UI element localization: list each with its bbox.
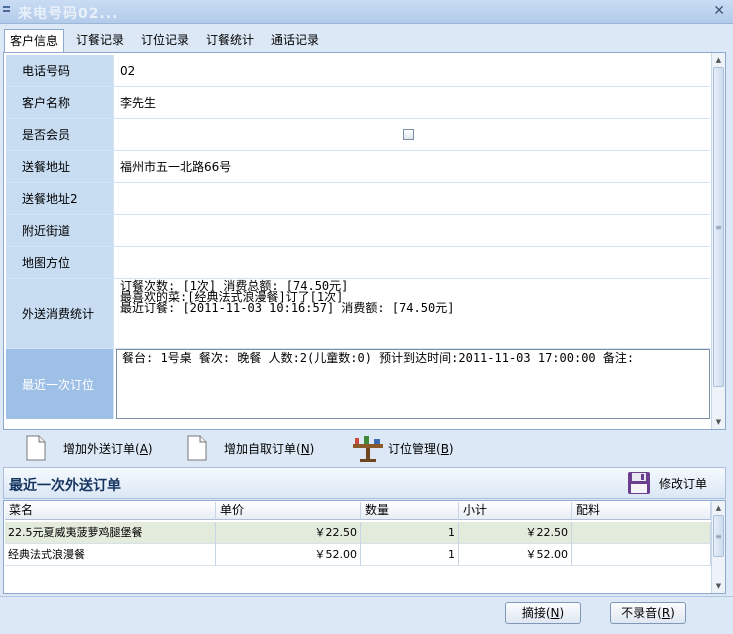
scroll-thumb[interactable]: ≡	[713, 67, 724, 387]
table-row[interactable]: 经典法式浪漫餐 ￥52.00 1 ￥52.00	[5, 544, 711, 566]
cell-subtotal: ￥52.00	[459, 544, 572, 566]
scroll-down-icon[interactable]: ▼	[712, 415, 725, 429]
member-row: 是否会员	[6, 119, 710, 151]
document-icon	[26, 435, 46, 461]
tab-order-statistics[interactable]: 订餐统计	[200, 29, 260, 52]
grip-icon	[3, 6, 10, 16]
name-row: 客户名称 李先生	[6, 87, 710, 119]
reservation-row: 最近一次订位 餐台: 1号桌 餐次: 晚餐 人数:2(儿童数:0) 预计到达时间…	[6, 349, 710, 419]
scroll-down-icon[interactable]: ▼	[712, 579, 725, 593]
stats-line: 最近订餐: [2011-11-03 10:16:57] 消费额: [74.50元…	[120, 301, 455, 315]
add-pickup-order-button[interactable]: 增加自取订单(N)	[186, 433, 314, 463]
reservation-manage-button[interactable]: 订位管理(B)	[352, 433, 454, 463]
close-icon[interactable]: ✕	[713, 3, 725, 19]
stats-label: 外送消费统计	[6, 279, 114, 348]
address2-label: 送餐地址2	[6, 183, 114, 214]
street-label: 附近街道	[6, 215, 114, 246]
stats-value: 订餐次数: [1次] 消费总额: [74.50元] 最喜欢的菜:[经典法式浪漫餐…	[115, 279, 710, 348]
table-row[interactable]: 22.5元夏威夷菠萝鸡腿堡餐 ￥22.50 1 ￥22.50	[5, 522, 711, 544]
cell-name: 22.5元夏威夷菠萝鸡腿堡餐	[5, 522, 216, 544]
street-row: 附近街道	[6, 215, 710, 247]
member-value	[115, 119, 710, 150]
address-row: 送餐地址 福州市五一北路66号	[6, 151, 710, 183]
footer-bar: 摘接(N) 不录音(R)	[0, 596, 733, 634]
phone-label: 电话号码	[6, 55, 114, 86]
order-grid: 菜名 单价 数量 小计 配料 22.5元夏威夷菠萝鸡腿堡餐 ￥22.50 1 ￥…	[3, 500, 726, 594]
cell-price: ￥52.00	[216, 544, 361, 566]
add-pickup-order-label: 增加自取订单(N)	[224, 441, 315, 456]
column-header-qty[interactable]: 数量	[361, 502, 459, 520]
title-bar: 来电号码02... ✕	[0, 0, 733, 24]
scroll-up-icon[interactable]: ▲	[712, 501, 725, 515]
no-record-button[interactable]: 不录音(R)	[610, 602, 686, 624]
map-row: 地图方位	[6, 247, 710, 279]
cell-price: ￥22.50	[216, 522, 361, 544]
address2-row: 送餐地址2	[6, 183, 710, 215]
address2-value[interactable]	[115, 183, 710, 214]
tab-customer-info[interactable]: 客户信息	[4, 29, 64, 53]
address-value[interactable]: 福州市五一北路66号	[115, 151, 710, 182]
cell-qty: 1	[361, 522, 459, 544]
name-value[interactable]: 李先生	[115, 87, 710, 118]
column-header-subtotal[interactable]: 小计	[459, 502, 572, 520]
member-checkbox[interactable]	[403, 129, 414, 140]
answer-button[interactable]: 摘接(N)	[505, 602, 581, 624]
cell-extra	[572, 544, 711, 566]
reservation-label: 最近一次订位	[6, 349, 114, 419]
add-delivery-order-button[interactable]: 增加外送订单(A)	[25, 433, 153, 463]
action-bar: 增加外送订单(A) 增加自取订单(N) 订位管理(B)	[3, 430, 726, 466]
scroll-thumb[interactable]: ≡	[713, 515, 724, 557]
name-label: 客户名称	[6, 87, 114, 118]
grid-scrollbar[interactable]: ▲ ≡ ▼	[711, 501, 725, 593]
customer-info-panel: 电话号码 02 客户名称 李先生 是否会员 送餐地址 福州市五一北路66号 送餐…	[3, 52, 726, 430]
cell-qty: 1	[361, 544, 459, 566]
reservation-value[interactable]: 餐台: 1号桌 餐次: 晚餐 人数:2(儿童数:0) 预计到达时间:2011-1…	[116, 349, 710, 419]
stats-row: 外送消费统计 订餐次数: [1次] 消费总额: [74.50元] 最喜欢的菜:[…	[6, 279, 710, 349]
panel-scrollbar[interactable]: ▲ ≡ ▼	[711, 53, 725, 429]
edit-order-label: 修改订单	[658, 476, 707, 491]
tab-call-records[interactable]: 通话记录	[265, 29, 325, 52]
map-label: 地图方位	[6, 247, 114, 278]
member-label: 是否会员	[6, 119, 114, 150]
map-value[interactable]	[115, 247, 710, 278]
street-value[interactable]	[115, 215, 710, 246]
column-header-extra[interactable]: 配料	[572, 502, 711, 520]
column-header-price[interactable]: 单价	[216, 502, 361, 520]
floppy-disk-icon	[627, 472, 650, 494]
table-icon	[353, 436, 383, 462]
address-label: 送餐地址	[6, 151, 114, 182]
cell-subtotal: ￥22.50	[459, 522, 572, 544]
tab-order-records[interactable]: 订餐记录	[70, 29, 130, 52]
recent-order-header: 最近一次外送订单 修改订单	[3, 467, 726, 499]
scroll-up-icon[interactable]: ▲	[712, 53, 725, 67]
recent-order-title: 最近一次外送订单	[9, 478, 121, 494]
phone-value[interactable]: 02	[115, 55, 710, 86]
window-title: 来电号码02...	[18, 6, 119, 22]
cell-extra	[572, 522, 711, 544]
add-delivery-order-label: 增加外送订单(A)	[63, 441, 153, 456]
edit-order-button[interactable]: 修改订单	[627, 471, 707, 495]
reservation-manage-label: 订位管理(B)	[388, 441, 454, 456]
column-header-name[interactable]: 菜名	[5, 502, 216, 520]
document-icon	[187, 435, 207, 461]
cell-name: 经典法式浪漫餐	[5, 544, 216, 566]
phone-row: 电话号码 02	[6, 55, 710, 87]
tab-reservation-records[interactable]: 订位记录	[135, 29, 195, 52]
